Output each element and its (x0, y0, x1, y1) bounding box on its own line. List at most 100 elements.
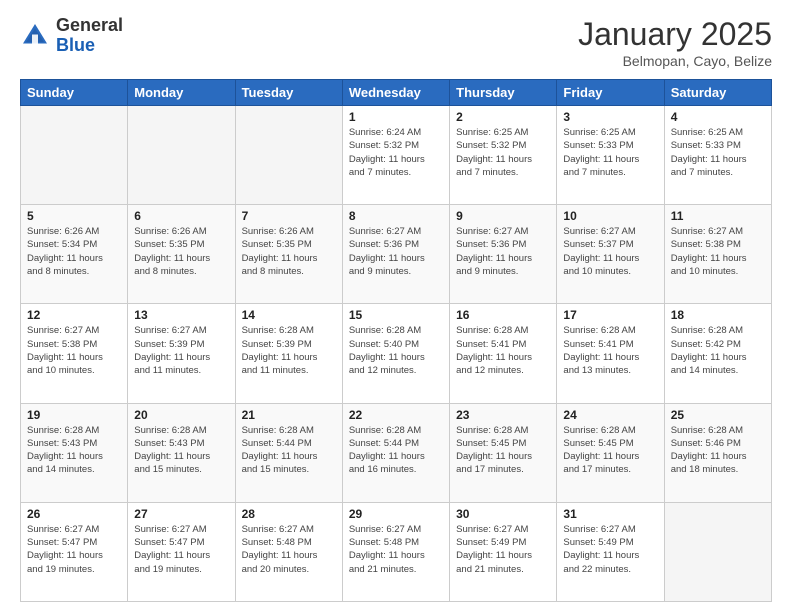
header-monday: Monday (128, 80, 235, 106)
day-info: Sunrise: 6:25 AM Sunset: 5:33 PM Dayligh… (563, 126, 657, 179)
calendar-cell: 16Sunrise: 6:28 AM Sunset: 5:41 PM Dayli… (450, 304, 557, 403)
calendar-cell: 14Sunrise: 6:28 AM Sunset: 5:39 PM Dayli… (235, 304, 342, 403)
day-number: 3 (563, 110, 657, 124)
header: General Blue January 2025 Belmopan, Cayo… (20, 16, 772, 69)
day-number: 31 (563, 507, 657, 521)
week-row-0: 1 Sunrise: 6:24 AM Sunset: 5:32 PM Daylig… (21, 106, 772, 205)
calendar-body: 1 Sunrise: 6:24 AM Sunset: 5:32 PM Daylig… (21, 106, 772, 602)
calendar-cell: 5 Sunrise: 6:26 AM Sunset: 5:34 PM Daylig… (21, 205, 128, 304)
day-info: Sunrise: 6:28 AM Sunset: 5:44 PM Dayligh… (349, 424, 443, 477)
day-info: Sunrise: 6:28 AM Sunset: 5:43 PM Dayligh… (134, 424, 228, 477)
calendar-cell (235, 106, 342, 205)
calendar-cell: 23Sunrise: 6:28 AM Sunset: 5:45 PM Dayli… (450, 403, 557, 502)
day-info: Sunrise: 6:27 AM Sunset: 5:48 PM Dayligh… (349, 523, 443, 576)
calendar-cell: 6 Sunrise: 6:26 AM Sunset: 5:35 PM Daylig… (128, 205, 235, 304)
day-info: Sunrise: 6:27 AM Sunset: 5:47 PM Dayligh… (27, 523, 121, 576)
calendar-cell: 18Sunrise: 6:28 AM Sunset: 5:42 PM Dayli… (664, 304, 771, 403)
calendar-cell: 26 Sunrise: 6:27 AM Sunset: 5:47 PM Dayli… (21, 502, 128, 601)
day-info: Sunrise: 6:28 AM Sunset: 5:41 PM Dayligh… (563, 324, 657, 377)
day-number: 27 (134, 507, 228, 521)
day-info: Sunrise: 6:25 AM Sunset: 5:33 PM Dayligh… (671, 126, 765, 179)
day-number: 10 (563, 209, 657, 223)
header-wednesday: Wednesday (342, 80, 449, 106)
day-info: Sunrise: 6:28 AM Sunset: 5:39 PM Dayligh… (242, 324, 336, 377)
page: General Blue January 2025 Belmopan, Cayo… (0, 0, 792, 612)
day-number: 18 (671, 308, 765, 322)
calendar-cell: 8Sunrise: 6:27 AM Sunset: 5:36 PM Daylig… (342, 205, 449, 304)
day-info: Sunrise: 6:27 AM Sunset: 5:49 PM Dayligh… (563, 523, 657, 576)
day-number: 9 (456, 209, 550, 223)
day-number: 23 (456, 408, 550, 422)
calendar-cell (21, 106, 128, 205)
calendar-cell: 19Sunrise: 6:28 AM Sunset: 5:43 PM Dayli… (21, 403, 128, 502)
day-info: Sunrise: 6:27 AM Sunset: 5:39 PM Dayligh… (134, 324, 228, 377)
day-number: 20 (134, 408, 228, 422)
calendar-cell: 29 Sunrise: 6:27 AM Sunset: 5:48 PM Dayli… (342, 502, 449, 601)
day-number: 4 (671, 110, 765, 124)
day-info: Sunrise: 6:27 AM Sunset: 5:36 PM Dayligh… (456, 225, 550, 278)
calendar-cell: 15 Sunrise: 6:28 AM Sunset: 5:40 PM Dayli… (342, 304, 449, 403)
calendar-table: SundayMondayTuesdayWednesdayThursdayFrid… (20, 79, 772, 602)
day-number: 28 (242, 507, 336, 521)
day-number: 1 (349, 110, 443, 124)
day-number: 25 (671, 408, 765, 422)
day-number: 15 (349, 308, 443, 322)
calendar-cell: 7Sunrise: 6:26 AM Sunset: 5:35 PM Daylig… (235, 205, 342, 304)
day-number: 22 (349, 408, 443, 422)
calendar-cell: 10 Sunrise: 6:27 AM Sunset: 5:37 PM Dayli… (557, 205, 664, 304)
day-info: Sunrise: 6:28 AM Sunset: 5:45 PM Dayligh… (563, 424, 657, 477)
header-row: SundayMondayTuesdayWednesdayThursdayFrid… (21, 80, 772, 106)
calendar-cell: 13 Sunrise: 6:27 AM Sunset: 5:39 PM Dayli… (128, 304, 235, 403)
logo-general-text: General (56, 16, 123, 36)
calendar-cell: 2 Sunrise: 6:25 AM Sunset: 5:32 PM Daylig… (450, 106, 557, 205)
day-number: 17 (563, 308, 657, 322)
logo-blue-text: Blue (56, 36, 123, 56)
week-row-3: 19Sunrise: 6:28 AM Sunset: 5:43 PM Dayli… (21, 403, 772, 502)
calendar-header: SundayMondayTuesdayWednesdayThursdayFrid… (21, 80, 772, 106)
calendar-cell: 25Sunrise: 6:28 AM Sunset: 5:46 PM Dayli… (664, 403, 771, 502)
day-info: Sunrise: 6:27 AM Sunset: 5:49 PM Dayligh… (456, 523, 550, 576)
calendar-cell (664, 502, 771, 601)
header-thursday: Thursday (450, 80, 557, 106)
day-number: 21 (242, 408, 336, 422)
day-info: Sunrise: 6:27 AM Sunset: 5:47 PM Dayligh… (134, 523, 228, 576)
location-subtitle: Belmopan, Cayo, Belize (578, 53, 772, 69)
day-info: Sunrise: 6:28 AM Sunset: 5:44 PM Dayligh… (242, 424, 336, 477)
day-info: Sunrise: 6:27 AM Sunset: 5:38 PM Dayligh… (27, 324, 121, 377)
day-info: Sunrise: 6:26 AM Sunset: 5:34 PM Dayligh… (27, 225, 121, 278)
header-sunday: Sunday (21, 80, 128, 106)
day-number: 13 (134, 308, 228, 322)
header-saturday: Saturday (664, 80, 771, 106)
day-number: 6 (134, 209, 228, 223)
logo-text: General Blue (56, 16, 123, 56)
day-number: 2 (456, 110, 550, 124)
day-number: 11 (671, 209, 765, 223)
day-info: Sunrise: 6:27 AM Sunset: 5:37 PM Dayligh… (563, 225, 657, 278)
day-info: Sunrise: 6:26 AM Sunset: 5:35 PM Dayligh… (134, 225, 228, 278)
calendar-cell: 27 Sunrise: 6:27 AM Sunset: 5:47 PM Dayli… (128, 502, 235, 601)
logo-icon (20, 21, 50, 51)
day-info: Sunrise: 6:27 AM Sunset: 5:38 PM Dayligh… (671, 225, 765, 278)
calendar-cell: 17 Sunrise: 6:28 AM Sunset: 5:41 PM Dayli… (557, 304, 664, 403)
day-info: Sunrise: 6:25 AM Sunset: 5:32 PM Dayligh… (456, 126, 550, 179)
day-number: 24 (563, 408, 657, 422)
day-info: Sunrise: 6:24 AM Sunset: 5:32 PM Dayligh… (349, 126, 443, 179)
day-info: Sunrise: 6:26 AM Sunset: 5:35 PM Dayligh… (242, 225, 336, 278)
calendar-cell: 3 Sunrise: 6:25 AM Sunset: 5:33 PM Daylig… (557, 106, 664, 205)
header-friday: Friday (557, 80, 664, 106)
month-title: January 2025 (578, 16, 772, 53)
week-row-4: 26 Sunrise: 6:27 AM Sunset: 5:47 PM Dayli… (21, 502, 772, 601)
day-number: 29 (349, 507, 443, 521)
calendar-cell: 21 Sunrise: 6:28 AM Sunset: 5:44 PM Dayli… (235, 403, 342, 502)
day-info: Sunrise: 6:28 AM Sunset: 5:40 PM Dayligh… (349, 324, 443, 377)
calendar-cell: 22 Sunrise: 6:28 AM Sunset: 5:44 PM Dayli… (342, 403, 449, 502)
day-number: 26 (27, 507, 121, 521)
calendar-cell: 24 Sunrise: 6:28 AM Sunset: 5:45 PM Dayli… (557, 403, 664, 502)
day-number: 16 (456, 308, 550, 322)
calendar-cell: 28Sunrise: 6:27 AM Sunset: 5:48 PM Dayli… (235, 502, 342, 601)
day-number: 5 (27, 209, 121, 223)
calendar-cell: 9 Sunrise: 6:27 AM Sunset: 5:36 PM Daylig… (450, 205, 557, 304)
day-info: Sunrise: 6:28 AM Sunset: 5:43 PM Dayligh… (27, 424, 121, 477)
calendar-cell (128, 106, 235, 205)
day-number: 30 (456, 507, 550, 521)
